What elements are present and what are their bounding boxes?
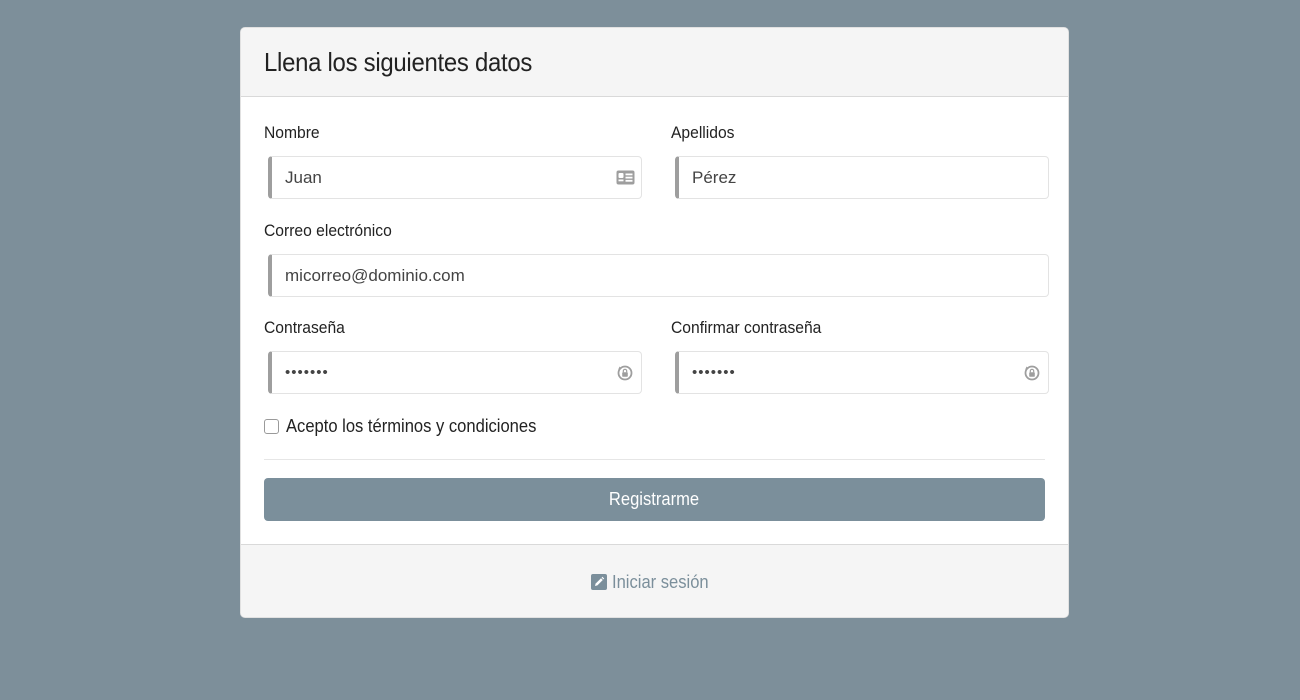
register-card: Llena los siguientes datos Nombre Apelli… (240, 27, 1069, 618)
nombre-field[interactable] (268, 156, 642, 199)
login-link-label: Iniciar sesión (612, 571, 710, 592)
password-key-icon[interactable] (1022, 363, 1042, 383)
apellidos-input[interactable] (679, 157, 1048, 198)
terms-row: Acepto los términos y condiciones (264, 416, 558, 437)
page-title: Llena los siguientes datos (264, 46, 533, 77)
confirmar-label: Confirmar contraseña (671, 318, 822, 337)
nombre-label: Nombre (264, 123, 320, 142)
correo-field[interactable] (268, 254, 1049, 297)
password-key-icon[interactable] (615, 363, 635, 383)
edit-icon (591, 574, 608, 590)
apellidos-field[interactable] (675, 156, 1049, 199)
login-link[interactable]: Iniciar sesión (591, 572, 717, 593)
divider (264, 459, 1045, 460)
card-footer: Iniciar sesión (241, 544, 1068, 617)
id-card-icon (615, 168, 635, 188)
correo-label: Correo electrónico (264, 221, 392, 240)
nombre-input[interactable] (272, 157, 615, 198)
terms-checkbox[interactable] (264, 419, 279, 434)
card-header: Llena los siguientes datos (241, 28, 1068, 97)
terms-label[interactable]: Acepto los términos y condiciones (286, 416, 536, 437)
register-button-label: Registrarme (609, 489, 700, 509)
email-input[interactable] (272, 255, 1048, 296)
register-form: Nombre Apellidos Correo electrónico (241, 97, 1068, 544)
contrasena-label: Contraseña (264, 318, 345, 337)
apellidos-label: Apellidos (671, 123, 735, 142)
password-input[interactable] (272, 352, 615, 393)
confirmar-field[interactable] (675, 351, 1049, 394)
contrasena-field[interactable] (268, 351, 642, 394)
confirm-password-input[interactable] (679, 352, 1022, 393)
register-button[interactable]: Registrarme (264, 478, 1045, 521)
